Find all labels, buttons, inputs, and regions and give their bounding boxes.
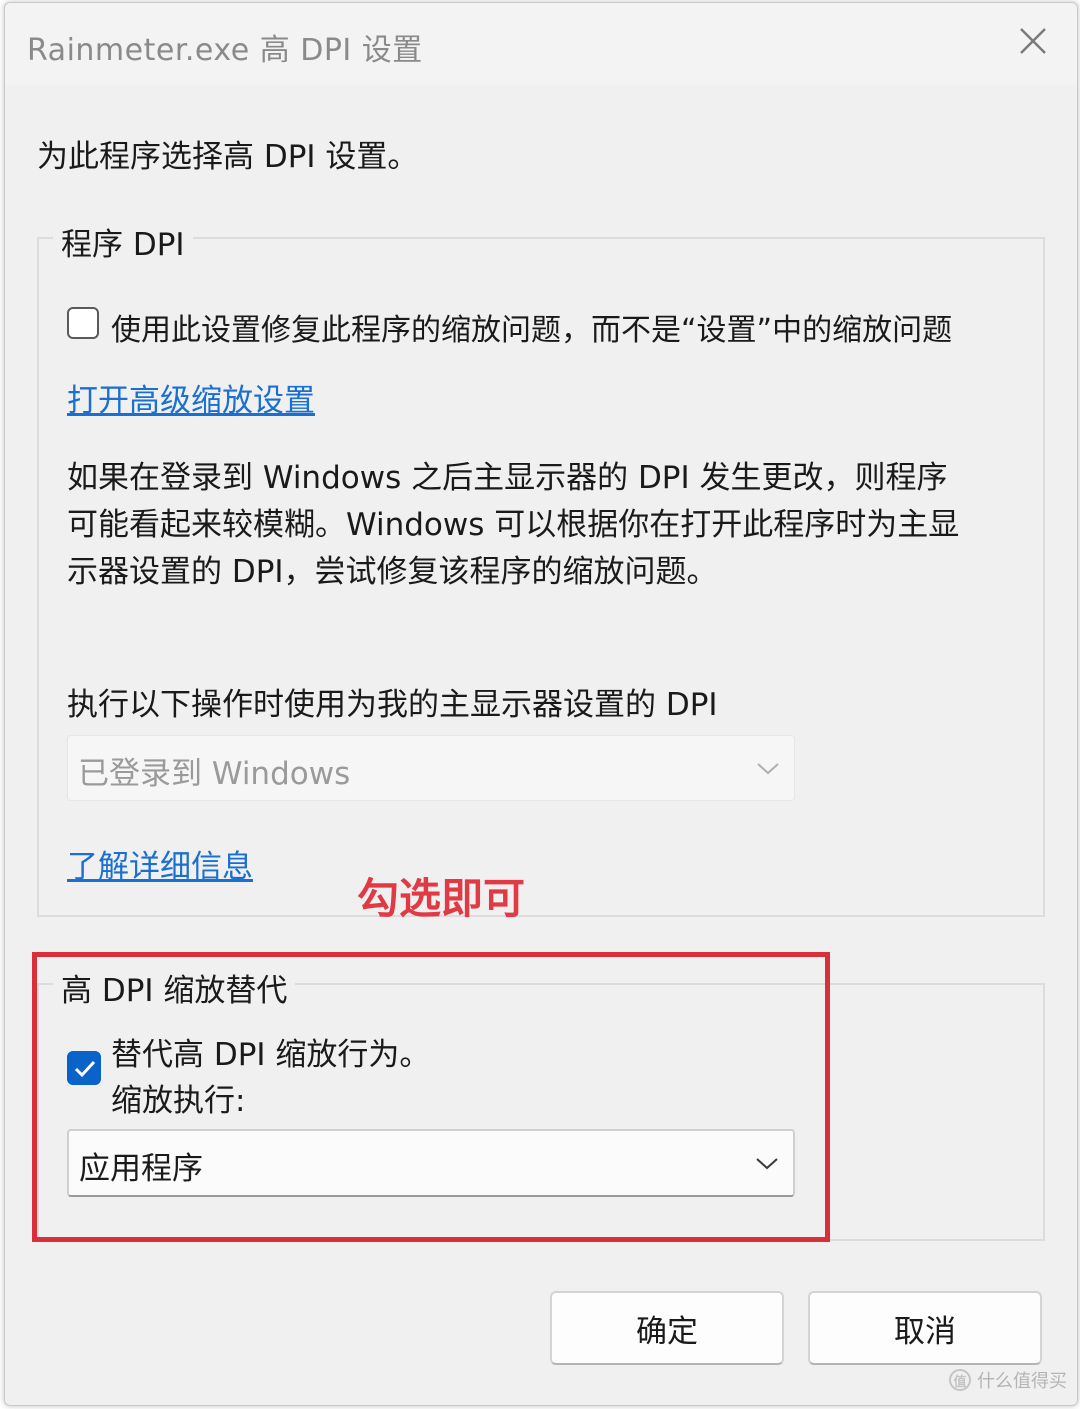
watermark-logo-icon: 值: [949, 1369, 971, 1391]
close-button[interactable]: [1011, 19, 1055, 63]
program-dpi-checkbox[interactable]: [67, 307, 99, 339]
program-dpi-checkbox-label[interactable]: 使用此设置修复此程序的缩放问题，而不是“设置”中的缩放问题: [111, 305, 952, 349]
dpi-description-line: 示器设置的 DPI，尝试修复该程序的缩放问题。: [67, 554, 718, 590]
watermark: 值 什么值得买: [949, 1367, 1067, 1393]
learn-more-link[interactable]: 了解详细信息: [67, 841, 253, 886]
advanced-scaling-link[interactable]: 打开高级缩放设置: [67, 375, 315, 420]
watermark-text: 什么值得买: [977, 1371, 1067, 1392]
window-title: Rainmeter.exe 高 DPI 设置: [27, 33, 423, 68]
title-bar: Rainmeter.exe 高 DPI 设置: [5, 3, 1077, 85]
close-icon: [1020, 28, 1046, 54]
dialog-prompt: 为此程序选择高 DPI 设置。: [37, 139, 419, 175]
dpi-description-line: 可能看起来较模糊。Windows 可以根据你在打开此程序时为主显: [67, 507, 960, 543]
cancel-button[interactable]: 取消: [808, 1291, 1042, 1365]
ok-button[interactable]: 确定: [550, 1291, 784, 1365]
dpi-trigger-dropdown-value: 已登录到 Windows: [78, 756, 351, 792]
dpi-description-line: 如果在登录到 Windows 之后主显示器的 DPI 发生更改，则程序: [67, 460, 948, 496]
dpi-description: 如果在登录到 Windows 之后主显示器的 DPI 发生更改，则程序 可能看起…: [67, 455, 959, 596]
annotation-highlight-box: [32, 952, 830, 1242]
chevron-down-icon: [757, 763, 779, 775]
annotation-text: 勾选即可: [357, 874, 526, 923]
dpi-trigger-dropdown[interactable]: 已登录到 Windows: [67, 735, 795, 801]
program-dpi-legend: 程序 DPI: [53, 219, 193, 264]
use-dpi-label: 执行以下操作时使用为我的主显示器设置的 DPI: [67, 687, 718, 723]
dpi-settings-dialog: Rainmeter.exe 高 DPI 设置 为此程序选择高 DPI 设置。 程…: [4, 2, 1078, 1406]
